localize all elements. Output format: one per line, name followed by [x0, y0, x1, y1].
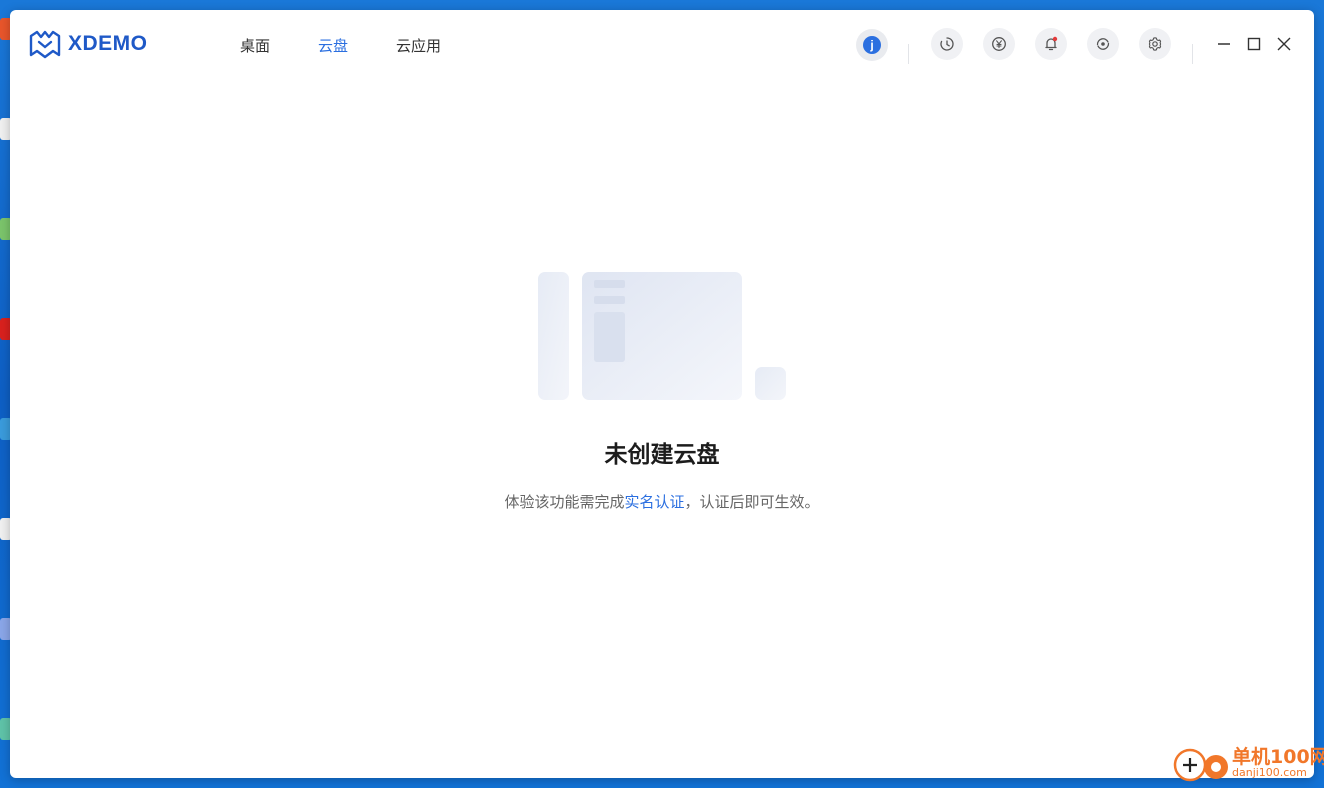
close-icon — [1277, 37, 1291, 51]
minimize-button[interactable] — [1214, 34, 1234, 54]
desc-suffix: ，认证后即可生效。 — [684, 493, 820, 511]
close-button[interactable] — [1274, 34, 1294, 54]
history-icon — [940, 37, 954, 51]
minimize-icon — [1218, 43, 1230, 45]
notifications-button[interactable] — [1035, 28, 1067, 60]
watermark-subtext: danji100.com — [1232, 766, 1307, 779]
desc-prefix: 体验该功能需完成 — [504, 493, 625, 511]
divider — [1192, 44, 1193, 64]
billing-button[interactable] — [983, 28, 1015, 60]
avatar-letter: j — [863, 36, 881, 54]
avatar[interactable]: j — [856, 29, 888, 61]
sync-button[interactable] — [1087, 28, 1119, 60]
tab-cloud-apps[interactable]: 云应用 — [396, 35, 441, 56]
maximize-button[interactable] — [1244, 34, 1264, 54]
logo-icon — [29, 30, 61, 59]
settings-button[interactable] — [1139, 28, 1171, 60]
tab-desktop[interactable]: 桌面 — [240, 35, 270, 56]
bell-icon — [1045, 36, 1058, 51]
divider — [908, 44, 909, 64]
title-bar[interactable]: XDEMO 桌面 云盘 云应用 j — [10, 10, 1314, 80]
refresh-eye-icon — [1096, 38, 1110, 50]
history-button[interactable] — [931, 28, 963, 60]
main-nav: 桌面 云盘 云应用 — [240, 35, 441, 56]
app-logo: XDEMO — [28, 28, 148, 60]
empty-illustration — [538, 272, 788, 402]
yuan-coin-icon — [992, 37, 1006, 51]
watermark-logo-icon — [1173, 748, 1228, 782]
real-name-auth-link[interactable]: 实名认证 — [624, 493, 684, 511]
empty-state-title: 未创建云盘 — [604, 442, 720, 468]
app-name: XDEMO — [68, 32, 148, 55]
watermark: 单机100网 danji100.com — [1170, 742, 1324, 784]
tab-cloud-disk[interactable]: 云盘 — [318, 35, 348, 56]
maximize-icon — [1247, 37, 1261, 51]
app-window: XDEMO 桌面 云盘 云应用 j 未创建云盘 体验该功能需完成实名认证，认证后… — [10, 10, 1314, 778]
empty-state-description: 体验该功能需完成实名认证，认证后即可生效。 — [10, 491, 1314, 512]
watermark-text: 单机100网 — [1232, 746, 1324, 768]
gear-icon — [1148, 37, 1162, 51]
